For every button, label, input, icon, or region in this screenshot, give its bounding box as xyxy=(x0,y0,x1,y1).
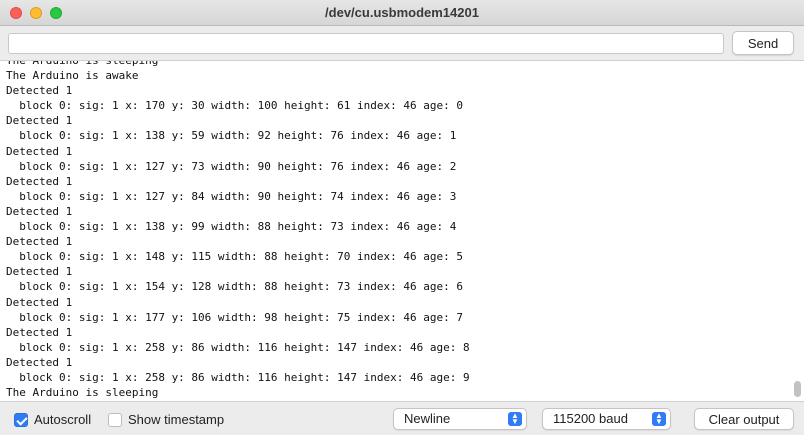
output-line: block 0: sig: 1 x: 258 y: 86 width: 116 … xyxy=(6,370,470,384)
scrollbar-thumb[interactable] xyxy=(794,381,801,397)
serial-send-input[interactable] xyxy=(8,33,724,54)
autoscroll-checkbox[interactable]: Autoscroll xyxy=(14,412,91,427)
line-ending-value: Newline xyxy=(404,411,451,426)
baud-rate-value: 115200 baud xyxy=(553,411,628,426)
output-line: Detected 1 xyxy=(6,265,73,279)
title-bar: /dev/cu.usbmodem14201 xyxy=(0,0,804,26)
output-line: block 0: sig: 1 x: 127 y: 73 width: 90 h… xyxy=(6,159,457,173)
send-button[interactable]: Send xyxy=(732,31,794,55)
output-line: Detected 1 xyxy=(6,355,73,369)
select-chevron-icon: ▲ ▼ xyxy=(508,412,522,426)
bottom-toolbar: Autoscroll Show timestamp Newline ▲ ▼ 115… xyxy=(0,402,804,435)
timestamp-check-icon[interactable] xyxy=(108,412,122,427)
autoscroll-label: Autoscroll xyxy=(34,412,92,427)
select-chevron-icon: ▲ ▼ xyxy=(652,412,666,426)
output-line: block 0: sig: 1 x: 127 y: 84 width: 90 h… xyxy=(6,189,457,203)
show-timestamp-checkbox[interactable]: Show timestamp xyxy=(108,412,224,427)
output-line: Detected 1 xyxy=(6,144,73,158)
autoscroll-check-icon[interactable] xyxy=(14,412,28,427)
output-line: block 0: sig: 1 x: 148 y: 115 width: 88 … xyxy=(6,250,463,264)
output-line: Detected 1 xyxy=(6,235,73,249)
clear-output-button[interactable]: Clear output xyxy=(694,408,794,430)
output-line: Detected 1 xyxy=(6,295,73,309)
baud-rate-select[interactable]: 115200 baud ▲ ▼ xyxy=(542,408,671,430)
output-line: block 0: sig: 1 x: 138 y: 99 width: 88 h… xyxy=(6,220,457,234)
show-timestamp-label: Show timestamp xyxy=(128,412,225,427)
output-line: block 0: sig: 1 x: 170 y: 30 width: 100 … xyxy=(6,99,463,113)
send-row: Send xyxy=(0,26,804,60)
output-line: block 0: sig: 1 x: 138 y: 59 width: 92 h… xyxy=(6,129,457,143)
output-line: Detected 1 xyxy=(6,114,73,128)
output-line: block 0: sig: 1 x: 258 y: 86 width: 116 … xyxy=(6,340,470,354)
output-line: The Arduino is sleeping xyxy=(6,386,159,400)
output-line: Detected 1 xyxy=(6,325,73,339)
output-line: The Arduino is awake xyxy=(6,69,139,83)
output-line: Detected 1 xyxy=(6,174,73,188)
window-title: /dev/cu.usbmodem14201 xyxy=(325,5,479,20)
output-line: The Arduino is sleeping xyxy=(6,60,159,67)
output-line: Detected 1 xyxy=(6,204,73,218)
line-ending-select[interactable]: Newline ▲ ▼ xyxy=(393,408,527,430)
output-line: Detected 1 xyxy=(6,84,73,98)
output-line: block 0: sig: 1 x: 177 y: 106 width: 98 … xyxy=(6,310,463,324)
output-line: block 0: sig: 1 x: 154 y: 128 width: 88 … xyxy=(6,280,463,294)
output-lines: The Arduino is sleeping The Arduino is aw… xyxy=(6,60,786,401)
serial-output[interactable]: The Arduino is sleeping The Arduino is aw… xyxy=(0,60,804,402)
